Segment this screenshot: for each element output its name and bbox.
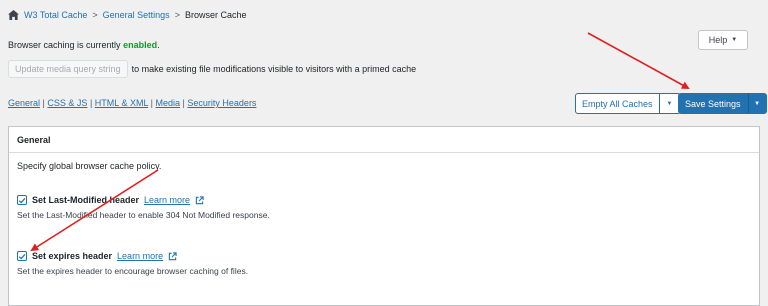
subnav-html-xml[interactable]: HTML & XML — [95, 98, 148, 108]
option-last-modified: Set Last-Modified header Learn more — [17, 195, 204, 205]
subnav-general[interactable]: General — [8, 98, 40, 108]
status-suffix: . — [157, 40, 160, 50]
help-label: Help — [708, 35, 728, 45]
subnav-separator: | — [182, 98, 185, 108]
option-expires-header: Set expires header Learn more — [17, 251, 177, 261]
breadcrumb: W3 Total Cache > General Settings > Brow… — [8, 10, 246, 20]
general-settings-panel: General Specify global browser cache pol… — [8, 126, 760, 306]
browser-cache-status: Browser caching is currently enabled. — [8, 40, 160, 50]
empty-all-caches-group: Empty All Caches ▼ — [575, 93, 681, 114]
panel-description: Specify global browser cache policy. — [17, 161, 162, 171]
last-modified-help: Set the Last-Modified header to enable 3… — [17, 210, 270, 220]
learn-more-link[interactable]: Learn more — [117, 251, 163, 261]
save-settings-dropdown-toggle[interactable]: ▼ — [747, 93, 767, 114]
update-media-query-description: to make existing file modifications visi… — [131, 64, 417, 74]
help-button[interactable]: Help ▼ — [698, 30, 748, 50]
external-link-icon[interactable] — [168, 251, 177, 261]
expires-header-help: Set the expires header to encourage brow… — [17, 266, 249, 276]
breadcrumb-current: Browser Cache — [184, 10, 247, 20]
update-media-query-button[interactable]: Update media query string — [8, 60, 128, 78]
subnav-separator: | — [150, 98, 153, 108]
breadcrumb-link-general-settings[interactable]: General Settings — [103, 10, 170, 20]
sub-navigation: General | CSS & JS | HTML & XML | Media … — [8, 98, 256, 108]
subnav-css-js[interactable]: CSS & JS — [47, 98, 87, 108]
chevron-down-icon: ▼ — [731, 37, 738, 43]
update-media-query-row: Update media query string to make existi… — [8, 60, 416, 78]
status-prefix: Browser caching is currently — [8, 40, 121, 50]
subnav-separator: | — [42, 98, 45, 108]
home-icon[interactable] — [8, 10, 19, 20]
empty-all-caches-button[interactable]: Empty All Caches — [575, 93, 660, 114]
status-value: enabled — [123, 40, 158, 50]
expires-header-label[interactable]: Set expires header — [32, 251, 112, 261]
subnav-separator: | — [89, 98, 93, 108]
panel-title: General — [9, 127, 759, 153]
subnav-security-headers[interactable]: Security Headers — [187, 98, 256, 108]
arrow-to-save-settings — [587, 32, 690, 89]
checkmark-icon — [18, 197, 26, 204]
breadcrumb-separator: > — [92, 10, 98, 20]
checkmark-icon — [18, 253, 26, 260]
subnav-media[interactable]: Media — [156, 98, 181, 108]
last-modified-label[interactable]: Set Last-Modified header — [32, 195, 139, 205]
expires-header-checkbox[interactable] — [17, 251, 27, 261]
learn-more-link[interactable]: Learn more — [144, 195, 190, 205]
breadcrumb-link-w3-total-cache[interactable]: W3 Total Cache — [24, 10, 87, 20]
save-settings-group: Save Settings ▼ — [678, 93, 767, 114]
external-link-icon[interactable] — [195, 195, 204, 205]
last-modified-checkbox[interactable] — [17, 195, 27, 205]
save-settings-button[interactable]: Save Settings — [678, 93, 748, 114]
breadcrumb-separator: > — [174, 10, 180, 20]
